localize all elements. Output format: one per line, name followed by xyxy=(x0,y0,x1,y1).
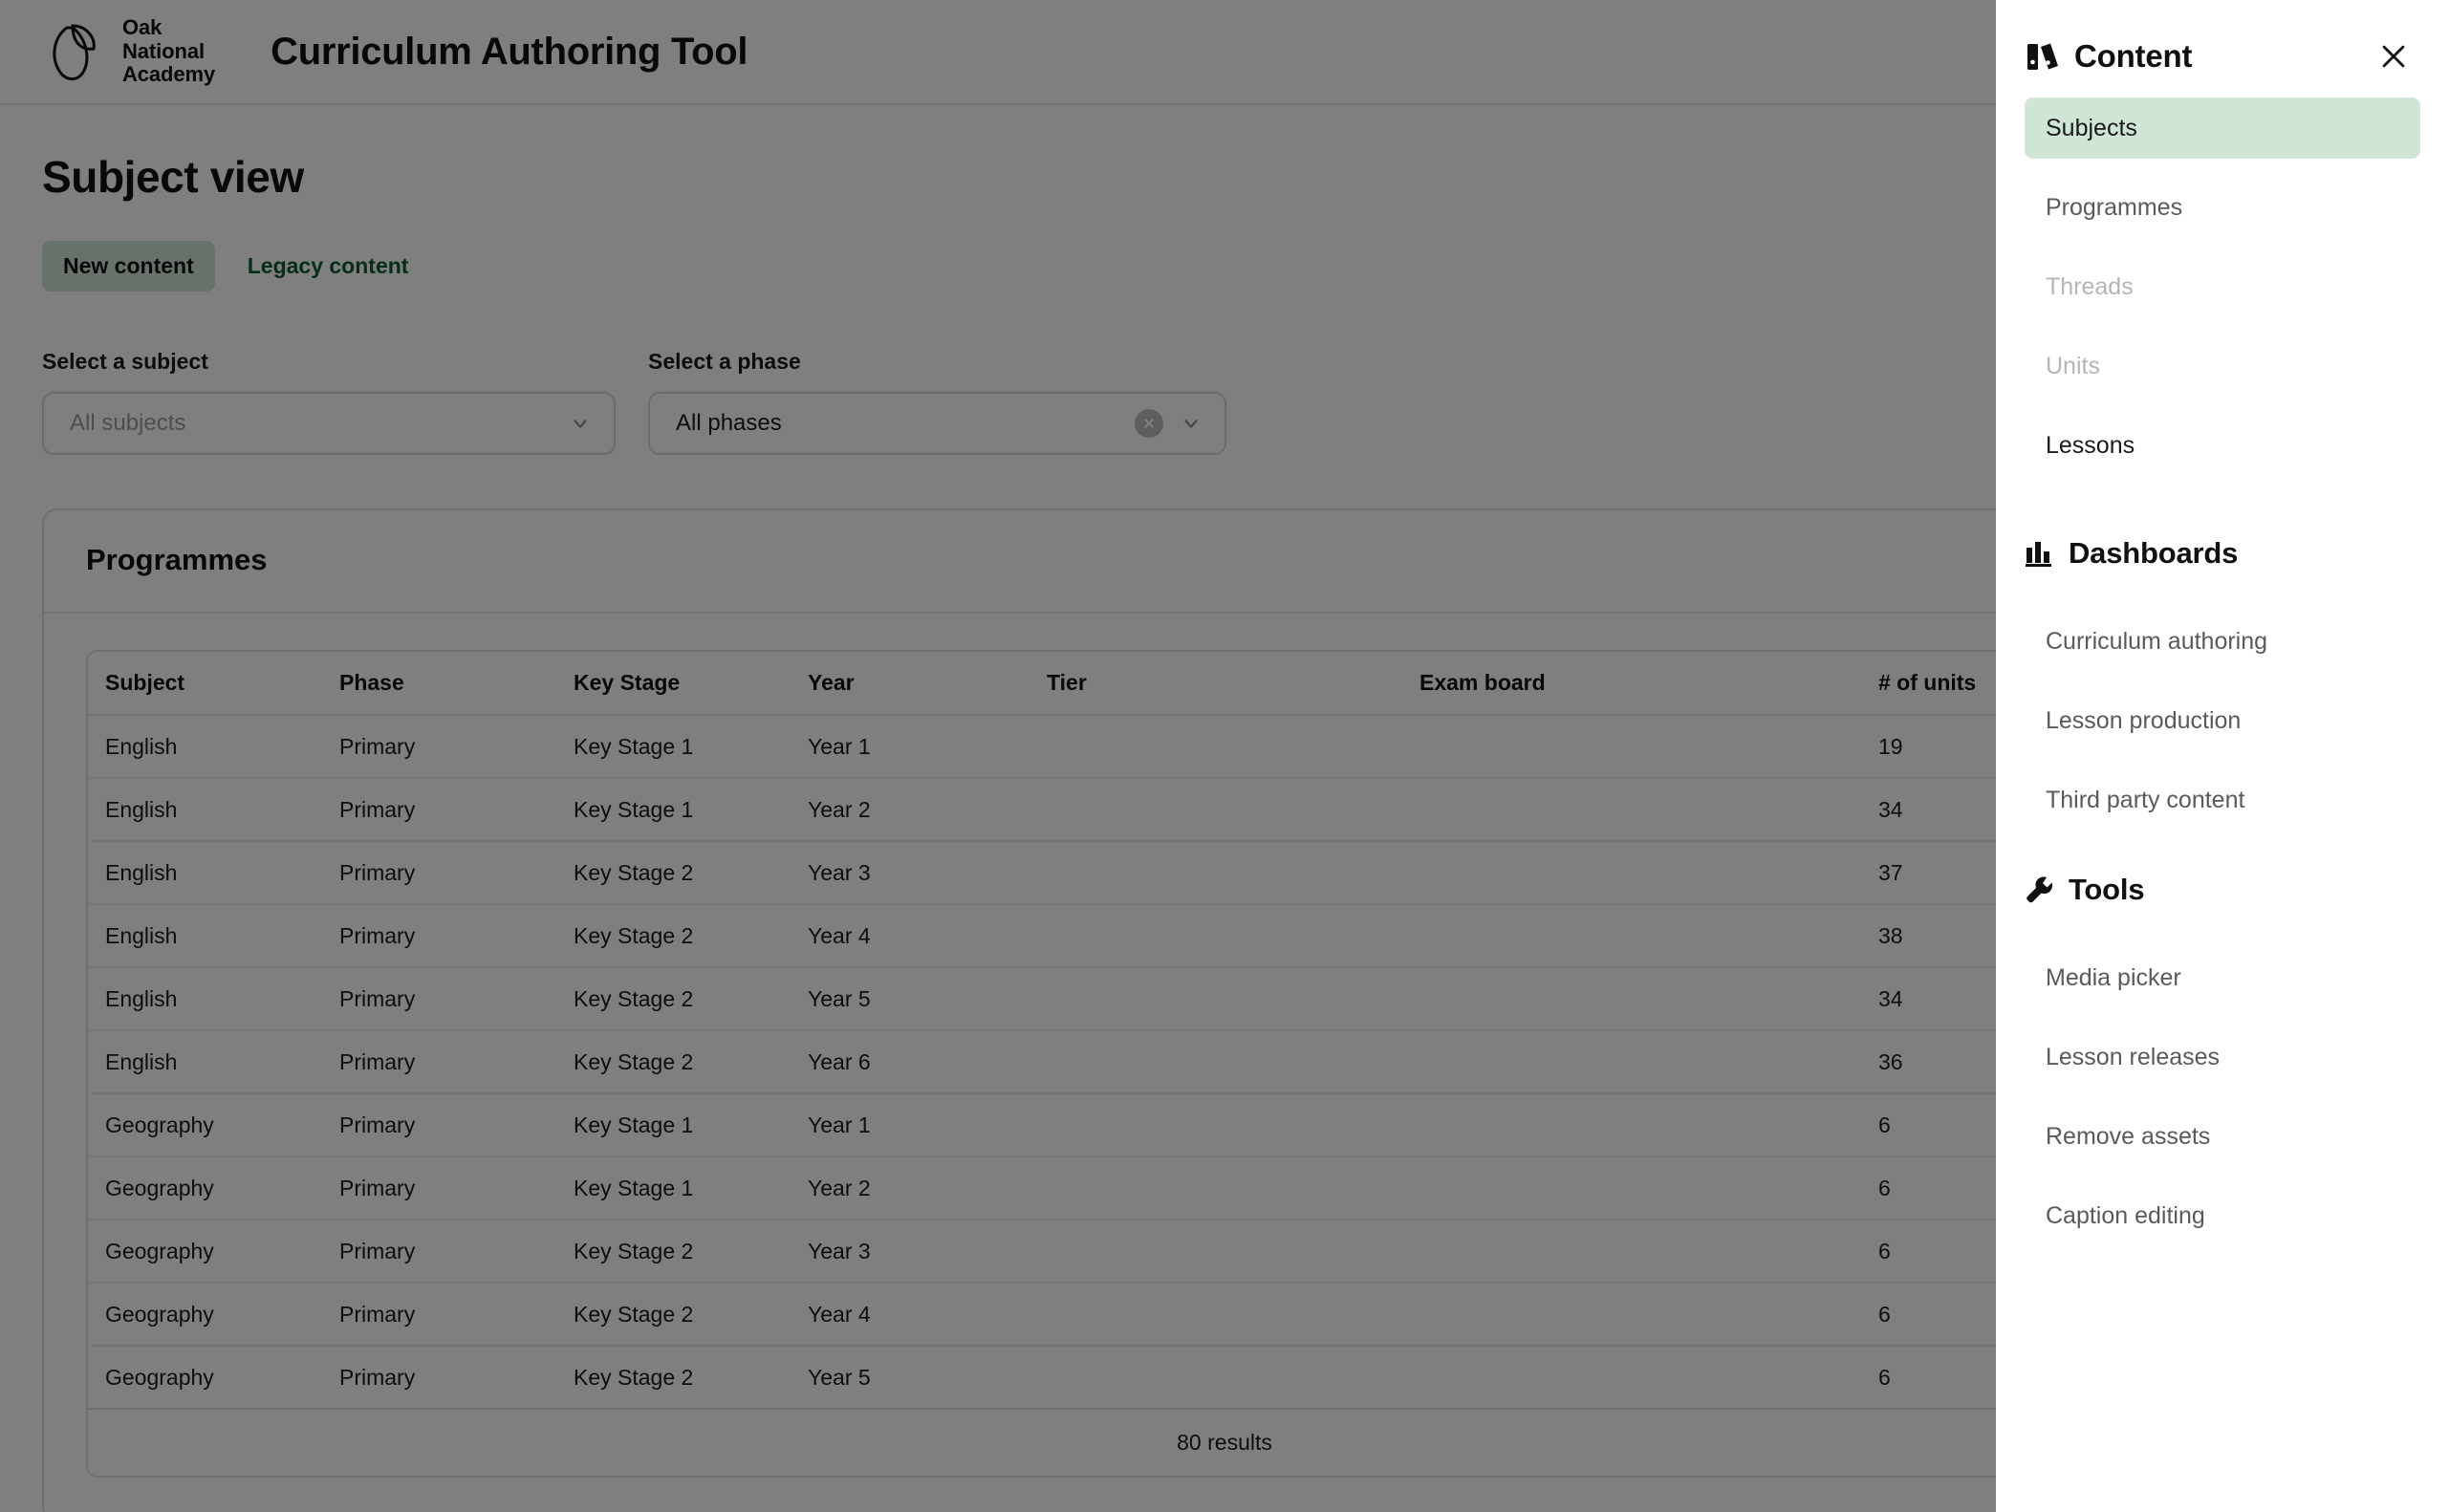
bar-chart-icon xyxy=(2026,542,2051,567)
navigation-panel: Content Subjects Programmes Threads Units Le… xyxy=(1996,0,2449,1512)
panel-title: Content xyxy=(2074,38,2193,74)
panel-sections: Dashboards Curriculum authoring Lesson pro… xyxy=(1996,494,2449,1264)
panel-section-tools: Tools xyxy=(1996,867,2449,913)
panel-item-label: Third party content xyxy=(2046,786,2245,813)
panel-item-subjects[interactable]: Subjects xyxy=(2025,97,2420,159)
panel-list-dashboards: Curriculum authoring Lesson production Thi… xyxy=(1996,601,2449,831)
panel-item-lesson-releases[interactable]: Lesson releases xyxy=(2025,1026,2420,1088)
panel-header: Content xyxy=(1996,0,2449,88)
panel-item-label: Threads xyxy=(2046,272,2134,300)
panel-section-dashboards: Dashboards xyxy=(1996,530,2449,576)
panel-item-label: Curriculum authoring xyxy=(2046,627,2268,655)
panel-item-lesson-production[interactable]: Lesson production xyxy=(2025,690,2420,751)
panel-section-title: Tools xyxy=(2069,873,2145,906)
content-nav-list: Subjects Programmes Threads Units Lessons xyxy=(1996,88,2449,494)
panel-item-label: Media picker xyxy=(2046,963,2181,991)
close-panel-button[interactable] xyxy=(2374,37,2413,76)
panel-item-programmes[interactable]: Programmes xyxy=(2025,177,2420,238)
panel-list-tools: Media picker Lesson releases Remove assets… xyxy=(1996,938,2449,1246)
panel-item-caption-editing[interactable]: Caption editing xyxy=(2025,1185,2420,1246)
panel-item-label: Lesson production xyxy=(2046,706,2242,734)
binders-icon xyxy=(2027,43,2058,70)
panel-item-threads: Threads xyxy=(2025,256,2420,317)
panel-item-label: Lessons xyxy=(2046,431,2135,459)
panel-item-label: Units xyxy=(2046,352,2100,379)
panel-item-label: Lesson releases xyxy=(2046,1043,2221,1070)
panel-item-lessons[interactable]: Lessons xyxy=(2025,415,2420,476)
panel-item-label: Programmes xyxy=(2046,193,2183,221)
panel-section-title: Dashboards xyxy=(2069,536,2239,570)
wrench-icon xyxy=(2026,876,2053,903)
close-icon xyxy=(2382,45,2405,68)
panel-item-label: Caption editing xyxy=(2046,1201,2205,1229)
panel-item-units: Units xyxy=(2025,335,2420,397)
panel-item-label: Remove assets xyxy=(2046,1122,2211,1150)
panel-item-third-party-content[interactable]: Third party content xyxy=(2025,769,2420,831)
panel-item-curriculum-authoring[interactable]: Curriculum authoring xyxy=(2025,611,2420,672)
app-root: Oak National Academy Curriculum Authorin… xyxy=(0,0,2449,1512)
panel-item-remove-assets[interactable]: Remove assets xyxy=(2025,1106,2420,1167)
panel-item-label: Subjects xyxy=(2046,114,2137,141)
panel-item-media-picker[interactable]: Media picker xyxy=(2025,947,2420,1008)
